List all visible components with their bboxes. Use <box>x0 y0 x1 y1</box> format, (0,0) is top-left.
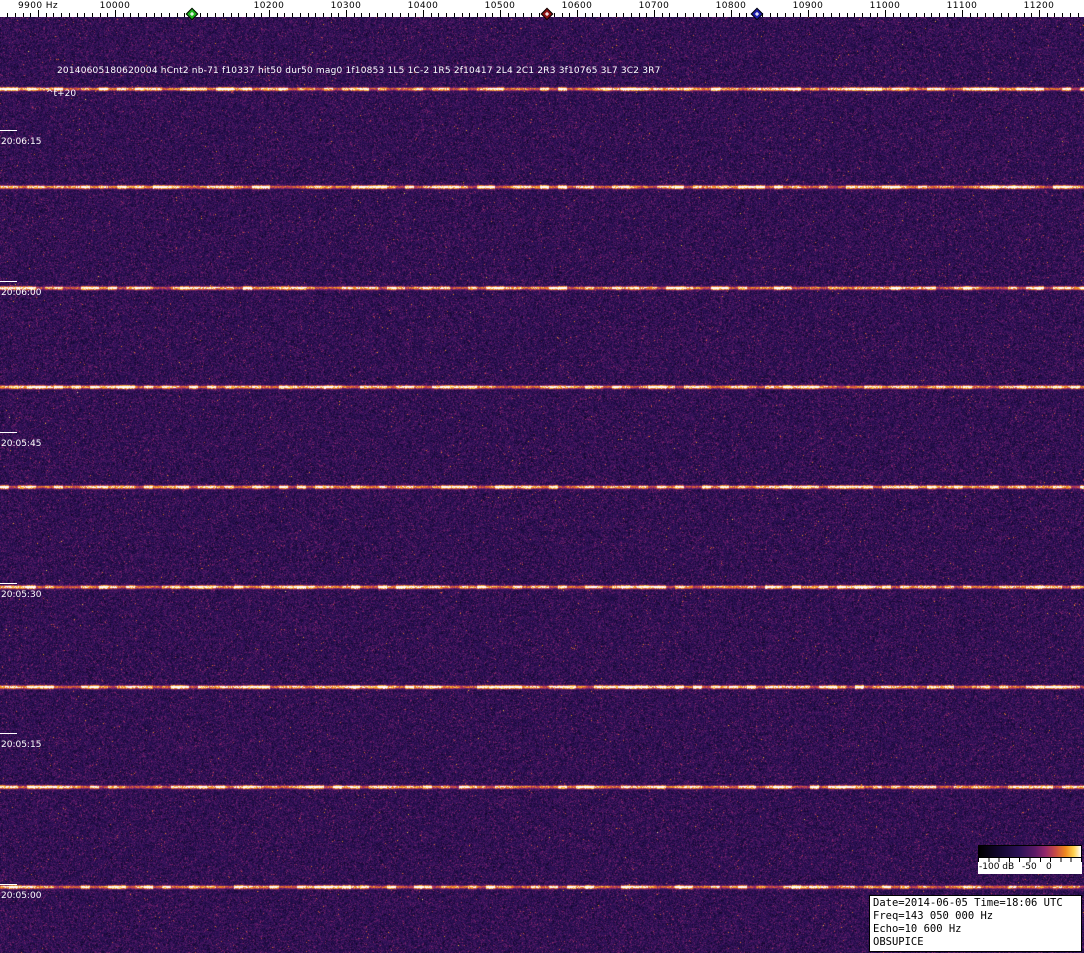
time-tick-label: 20:05:15 <box>1 740 42 750</box>
time-tick-label: 20:06:15 <box>1 137 42 147</box>
time-tick <box>0 884 17 885</box>
legend-mid-label: -50 <box>1022 862 1037 872</box>
frequency-tick-label: 10800 <box>715 1 747 11</box>
time-tick-label: 20:05:30 <box>1 590 42 600</box>
info-echo-line: Echo=10 600 Hz <box>873 923 962 935</box>
info-station-line: OBSUPICE <box>873 936 924 948</box>
frequency-tick-label: 10600 <box>561 1 593 11</box>
detection-header-text: 20140605180620004 hCnt2 nb-71 f10337 hit… <box>57 66 661 76</box>
frequency-tick-label: 10300 <box>330 1 362 11</box>
legend-labels: -100 dB -50 0 <box>978 862 1082 874</box>
frequency-tick-label: 10400 <box>407 1 439 11</box>
legend-min-label: -100 dB <box>979 862 1015 872</box>
frequency-tick-label: 11200 <box>1023 1 1055 11</box>
spectrogram-canvas[interactable] <box>0 17 1084 953</box>
frequency-tick-label: 11100 <box>946 1 978 11</box>
time-cursor-label: ^t+20 <box>46 89 77 99</box>
blue-frequency-marker-center <box>754 11 760 17</box>
info-freq-line: Freq=143 050 000 Hz <box>873 910 994 922</box>
time-tick <box>0 432 17 433</box>
frequency-tick-label: 10200 <box>253 1 285 11</box>
time-tick <box>0 130 17 131</box>
time-tick <box>0 281 17 282</box>
legend-max-label: 0 <box>1046 862 1052 872</box>
time-tick-label: 20:05:00 <box>1 891 42 901</box>
frequency-tick-label: 10900 <box>792 1 824 11</box>
red-frequency-marker-center <box>544 11 550 17</box>
observation-info-box: Date=2014-06-05 Time=18:06 UTC Freq=143 … <box>869 895 1082 952</box>
green-frequency-marker-center <box>189 11 195 17</box>
frequency-ruler: 9900 Hz 10000 10200 10300 10400 10500 10600 107… <box>0 0 1084 21</box>
time-tick <box>0 583 17 584</box>
frequency-tick-label: 10500 <box>484 1 516 11</box>
frequency-tick-label: 10000 <box>99 1 131 11</box>
colormap-gradient-bar <box>978 845 1082 858</box>
frequency-tick-label: 10700 <box>638 1 670 11</box>
frequency-tick-label: 11000 <box>869 1 901 11</box>
time-tick-label: 20:05:45 <box>1 439 42 449</box>
intensity-legend: -100 dB -50 0 <box>978 845 1082 874</box>
frequency-tick-label: 9900 Hz <box>17 1 59 11</box>
meteor-spectrogram-app: 9900 Hz 10000 10200 10300 10400 10500 10600 107… <box>0 0 1084 953</box>
time-tick-label: 20:06:00 <box>1 288 42 298</box>
time-tick <box>0 733 17 734</box>
info-date-line: Date=2014-06-05 Time=18:06 UTC <box>873 897 1063 909</box>
